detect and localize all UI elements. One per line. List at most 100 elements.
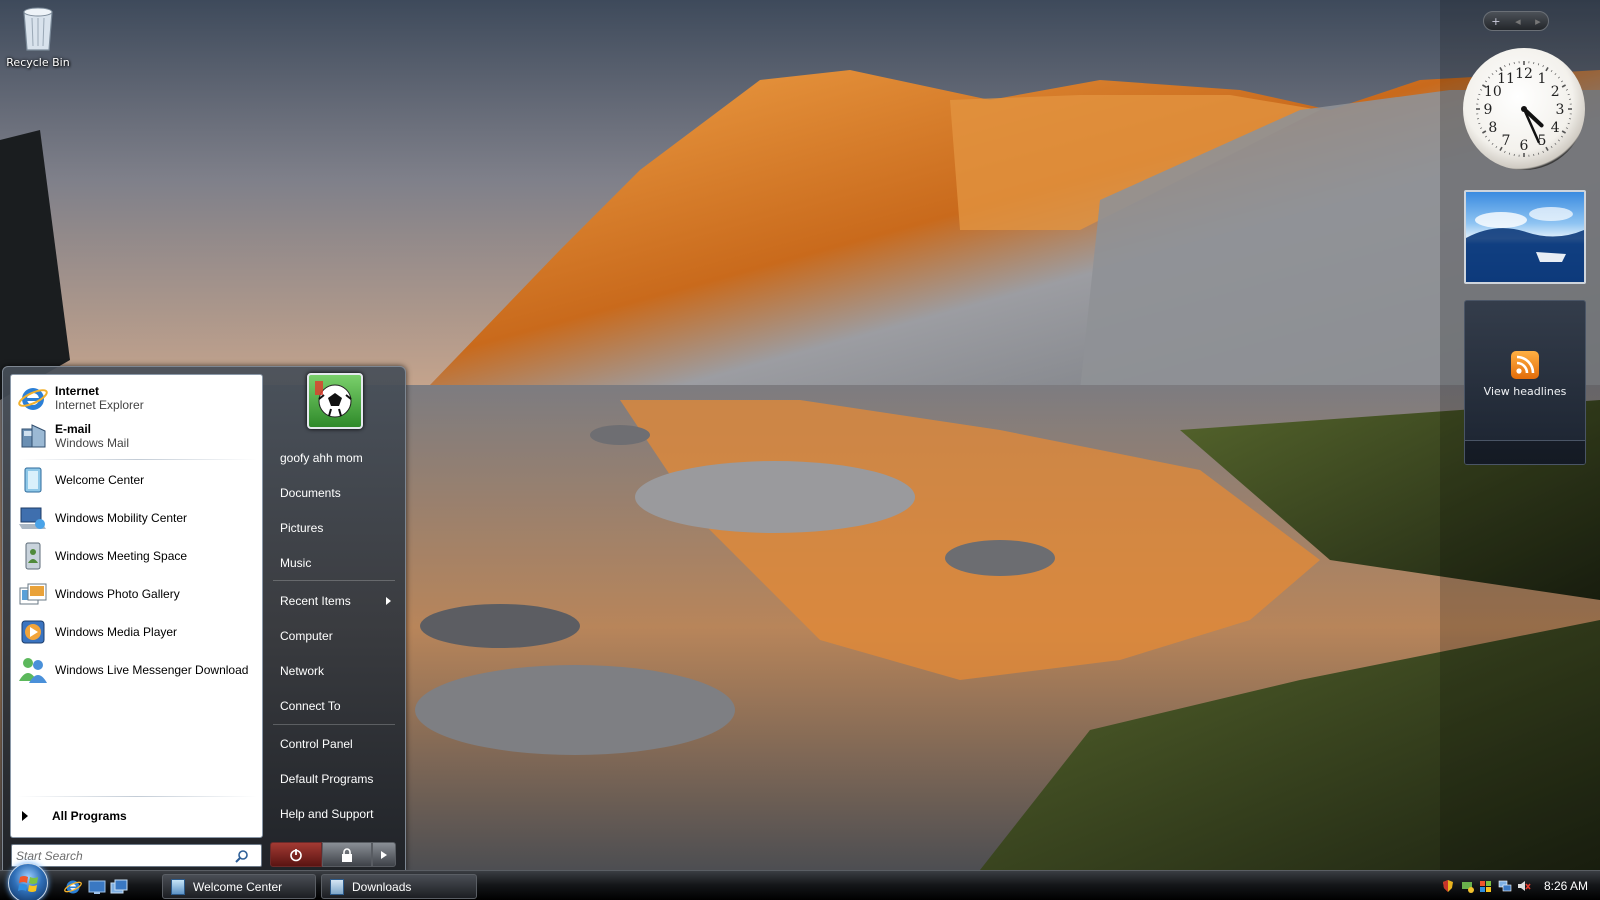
clock-tick [1482,130,1487,134]
pinned-title: E-mail [55,422,92,436]
help-and-support-label: Help and Support [280,807,374,821]
user-name: goofy ahh mom [280,451,363,465]
clock-tick [1488,76,1491,79]
control-panel-label: Control Panel [280,737,353,751]
pinned-subtitle: Windows Mail [55,436,130,450]
default-programs-label: Default Programs [280,772,374,786]
add-gadget-button[interactable]: + [1491,15,1500,28]
messenger-icon [17,654,49,686]
task-label: Downloads [352,879,412,894]
lock-button[interactable] [322,842,372,867]
power-button[interactable] [270,842,322,867]
slideshow-gadget[interactable] [1464,190,1586,284]
clock-tick [1565,127,1568,129]
pinned-windows-mail[interactable]: E-mail Windows Mail [14,417,259,455]
connect-to-label: Connect To [280,699,341,713]
pinned-title: Internet [55,384,100,398]
chevron-right-icon [22,811,28,821]
network-status-icon[interactable] [1460,879,1474,893]
notification-area: 8:26 AM [1410,871,1600,900]
clock-numeral: 9 [1484,102,1493,118]
recycle-bin-label: Recycle Bin [6,56,70,69]
quick-launch-internet-explorer[interactable] [64,879,82,895]
media-player-icon [17,616,49,648]
music-link[interactable]: Music [271,549,397,577]
clock-tick [1557,139,1560,142]
volume-muted-icon[interactable] [1517,879,1531,893]
pinned-internet-explorer[interactable]: Internet Internet Explorer [14,379,259,417]
program-label: Windows Meeting Space [55,549,188,563]
shutdown-options-arrow-icon [381,850,387,859]
program-media-player[interactable]: Windows Media Player [14,614,259,650]
clock-gadget[interactable]: 12 1 2 3 4 5 6 7 8 9 10 11 [1463,48,1585,170]
clock-tick [1554,142,1557,145]
clock-tick [1542,65,1544,68]
welcome-center-icon [171,878,185,895]
clock-tick [1499,146,1503,151]
computer-link[interactable]: Computer [271,622,397,650]
clock-numeral: 3 [1556,102,1565,118]
clock-tick [1480,127,1483,129]
program-photo-gallery[interactable]: Windows Photo Gallery [14,576,259,612]
clock-tick [1504,150,1506,153]
quick-launch-switch-windows[interactable] [110,879,128,895]
control-panel-link[interactable]: Control Panel [271,730,397,758]
taskbar-button-welcome-center[interactable]: Welcome Center [162,874,316,899]
taskbar-clock[interactable]: 8:26 AM [1544,879,1588,893]
program-meeting-space[interactable]: Windows Meeting Space [14,538,259,574]
user-folder-link[interactable]: goofy ahh mom [271,444,397,472]
default-programs-link[interactable]: Default Programs [271,765,397,793]
power-icon [290,848,302,861]
folder-icon [330,878,344,895]
pinned-separator [17,459,257,460]
quick-launch-show-desktop[interactable] [88,879,106,895]
clock-tick [1504,65,1506,68]
clock-numeral: 6 [1520,138,1529,154]
help-and-support-link[interactable]: Help and Support [271,800,397,828]
task-label: Welcome Center [193,879,283,894]
shutdown-options-button[interactable] [372,842,396,867]
clock-tick [1561,130,1566,134]
submenu-arrow-icon [386,597,391,605]
clock-tick [1542,150,1544,153]
clock-face: 12 1234567891011 [1476,61,1572,157]
clock-tick [1561,135,1564,138]
all-programs-label: All Programs [52,809,127,823]
recent-items-link[interactable]: Recent Items [271,587,397,615]
mobility-center-icon [17,502,49,534]
search-icon[interactable] [232,846,252,866]
computer-label: Computer [280,629,333,643]
program-label: Windows Mobility Center [55,511,188,525]
pictures-label: Pictures [280,521,324,535]
start-search-input[interactable] [12,845,232,866]
start-button[interactable] [8,863,48,900]
all-programs-button[interactable]: All Programs [14,801,259,831]
soccer-ball-avatar [315,381,352,418]
clock-tick [1508,63,1511,66]
pictures-link[interactable]: Pictures [271,514,397,542]
user-picture[interactable] [307,373,363,429]
taskbar-button-downloads[interactable]: Downloads [321,874,477,899]
windows-logo-icon [18,876,38,892]
recycle-bin[interactable]: Recycle Bin [2,4,74,69]
clock-numeral: 8 [1488,120,1497,136]
windows-update-icon[interactable] [1479,879,1493,893]
connect-to-link[interactable]: Connect To [271,692,397,720]
program-live-messenger-download[interactable]: Windows Live Messenger Download [14,652,259,688]
clock-tick [1550,146,1553,149]
network-link[interactable]: Network [271,657,397,685]
program-mobility-center[interactable]: Windows Mobility Center [14,500,259,536]
network-icon[interactable] [1498,879,1512,893]
all-programs-separator [17,796,257,797]
rss-icon [1511,351,1539,379]
feed-headlines-gadget[interactable]: View headlines [1464,300,1586,465]
security-shield-icon[interactable] [1441,879,1455,893]
documents-link[interactable]: Documents [271,479,397,507]
windows-mail-icon [17,420,49,452]
sidebar-prev-button[interactable]: ◂ [1515,15,1521,28]
sidebar-next-button[interactable]: ▸ [1535,15,1541,28]
program-welcome-center[interactable]: Welcome Center [14,462,259,498]
slideshow-image [1466,207,1584,282]
clock-numeral: 1 [1538,71,1547,87]
view-headlines-link[interactable]: View headlines [1465,385,1585,398]
